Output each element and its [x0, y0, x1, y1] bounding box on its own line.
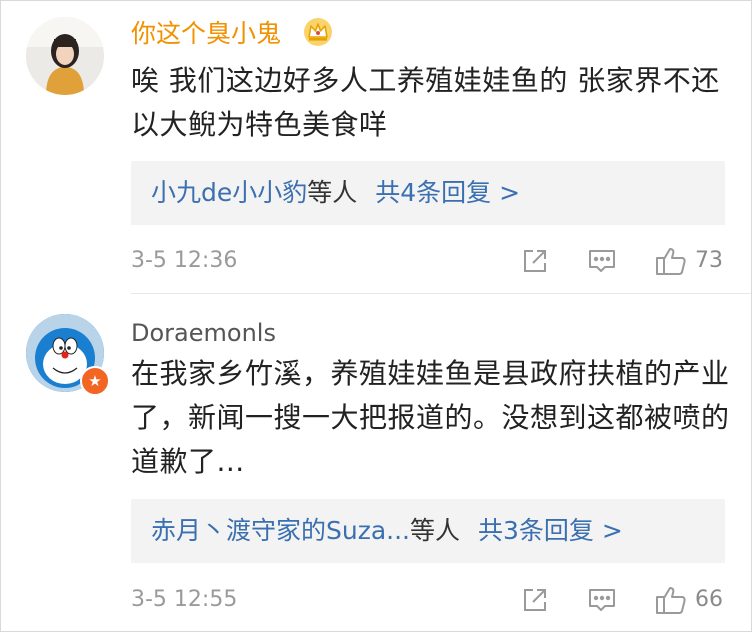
avatar[interactable]: [26, 17, 104, 95]
reply-users-suffix: 等人: [307, 178, 358, 207]
share-icon[interactable]: [520, 246, 550, 276]
comment-icon[interactable]: [587, 246, 617, 276]
like-count: 73: [695, 248, 723, 273]
comment-text: 在我家乡竹溪，养殖娃娃鱼是县政府扶植的产业了，新闻一搜一大把报道的。没想到这都被…: [131, 357, 730, 478]
comment-text: 唉 我们这边好多人工养殖娃娃鱼的 张家界不还以大鲵为特色美食咩: [131, 64, 720, 141]
share-icon[interactable]: [520, 585, 550, 615]
timestamp: 3-5 12:55: [131, 587, 238, 612]
crown-icon: [303, 17, 333, 47]
replies-box[interactable]: 小九de小小豹等人 共4条回复 >: [131, 161, 725, 225]
verified-badge-icon: ★: [80, 366, 110, 396]
comment-item: ★ Doraemonls 在我家乡竹溪，养殖娃娃鱼是县政府扶植的产业了，新闻一搜…: [1, 294, 751, 631]
reply-users-link[interactable]: 赤月丶渡守家的Suza...: [151, 516, 410, 545]
timestamp: 3-5 12:36: [131, 248, 238, 273]
view-replies-link[interactable]: 共3条回复 >: [478, 516, 623, 545]
replies-box[interactable]: 赤月丶渡守家的Suza...等人 共3条回复 >: [131, 499, 725, 563]
reply-users-suffix: 等人: [410, 516, 461, 545]
comment-icon[interactable]: [587, 585, 617, 615]
view-replies-link[interactable]: 共4条回复 >: [375, 178, 520, 207]
username[interactable]: Doraemonls: [131, 318, 276, 348]
like-count: 66: [695, 587, 723, 612]
comment-list: 你这个臭小鬼 唉 我们这边好多人工养殖娃娃鱼的 张家界不还以大鲵为特色美食咩 小…: [0, 0, 752, 632]
thumbs-up-icon[interactable]: [655, 585, 686, 615]
comment-item: 你这个臭小鬼 唉 我们这边好多人工养殖娃娃鱼的 张家界不还以大鲵为特色美食咩 小…: [1, 1, 751, 293]
username[interactable]: 你这个臭小鬼: [131, 19, 281, 49]
reply-users-link[interactable]: 小九de小小豹: [151, 178, 307, 207]
thumbs-up-icon[interactable]: [655, 246, 686, 276]
